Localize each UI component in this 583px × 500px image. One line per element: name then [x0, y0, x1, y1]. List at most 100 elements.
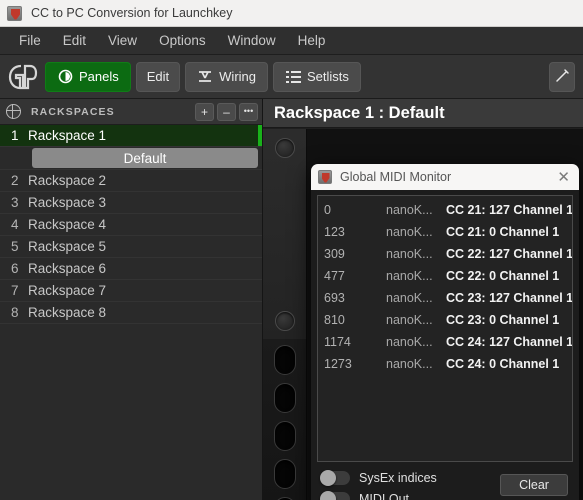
panels-icon — [57, 69, 73, 85]
rackspace-number: 6 — [11, 261, 19, 276]
rackspaces-list: 1 Rackspace 1 Default 2 Rackspace 2 3 Ra… — [0, 125, 262, 500]
message-text: CC 24: 127 Channel 1 — [446, 335, 573, 349]
main-toolbar: Panels Edit Wiring Setlists — [0, 55, 583, 99]
tab-edit[interactable]: Edit — [135, 61, 181, 92]
sysex-indices-toggle-row[interactable]: SysEx indices — [320, 469, 437, 486]
list-item[interactable]: 2 Rackspace 2 — [0, 170, 262, 192]
rack-rail-hole-icon — [274, 421, 296, 451]
menu-item-options[interactable]: Options — [148, 30, 217, 51]
rackspace-number: 3 — [11, 195, 19, 210]
rackspace-label: Rackspace 5 — [28, 239, 107, 254]
wrench-button[interactable] — [549, 62, 575, 92]
list-item[interactable]: 4 Rackspace 4 — [0, 214, 262, 236]
rack-rail — [263, 339, 307, 500]
message-timestamp: 1174 — [324, 335, 351, 349]
rackspace-label: Rackspace 6 — [28, 261, 107, 276]
message-source: nanoK... — [386, 335, 433, 349]
menu-item-help[interactable]: Help — [287, 30, 337, 51]
rack-header: Rackspace 1 : Default — [263, 99, 583, 128]
message-source: nanoK... — [386, 357, 433, 371]
sysex-indices-toggle[interactable] — [320, 469, 350, 486]
message-text: CC 24: 0 Channel 1 — [446, 357, 560, 371]
list-item[interactable]: 8 Rackspace 8 — [0, 302, 262, 324]
table-row: 1174 nanoK... CC 24: 127 Channel 1 — [318, 331, 572, 353]
add-rackspace-button[interactable]: + — [195, 102, 214, 121]
message-timestamp: 810 — [324, 313, 345, 327]
list-item[interactable]: 6 Rackspace 6 — [0, 258, 262, 280]
list-item[interactable]: 5 Rackspace 5 — [0, 236, 262, 258]
app-icon — [318, 170, 332, 184]
rackspace-number: 8 — [11, 305, 19, 320]
menubar: File Edit View Options Window Help — [0, 27, 583, 55]
message-timestamp: 309 — [324, 247, 345, 261]
rackspace-label: Rackspace 1 — [28, 128, 107, 143]
variation-label: Default — [32, 148, 258, 168]
message-text: CC 21: 127 Channel 1 — [446, 203, 573, 217]
globe-icon — [6, 104, 21, 119]
table-row: 693 nanoK... CC 23: 127 Channel 1 — [318, 287, 572, 309]
tab-setlists[interactable]: Setlists — [273, 61, 361, 92]
message-source: nanoK... — [386, 313, 433, 327]
message-source: nanoK... — [386, 225, 433, 239]
message-source: nanoK... — [386, 291, 433, 305]
tab-panels-label: Panels — [79, 69, 119, 84]
menu-item-window[interactable]: Window — [217, 30, 287, 51]
rackspace-number: 7 — [11, 283, 19, 298]
message-text: CC 21: 0 Channel 1 — [446, 225, 560, 239]
message-timestamp: 477 — [324, 269, 345, 283]
midi-message-list[interactable]: 0 nanoK... CC 21: 127 Channel 1 123 nano… — [317, 195, 573, 462]
rackspace-number: 1 — [11, 128, 19, 143]
message-source: nanoK... — [386, 269, 433, 283]
rack-unit-panel — [263, 129, 307, 339]
rackspace-number: 5 — [11, 239, 19, 254]
message-timestamp: 123 — [324, 225, 345, 239]
rack-screw-icon — [275, 138, 295, 158]
table-row: 477 nanoK... CC 22: 0 Channel 1 — [318, 265, 572, 287]
remove-rackspace-button[interactable]: – — [217, 102, 236, 121]
sysex-indices-label: SysEx indices — [359, 470, 437, 485]
rackspace-label: Rackspace 3 — [28, 195, 107, 210]
rackspaces-panel-header: RACKSPACES + – ••• — [0, 99, 262, 125]
rack-rail-hole-icon — [274, 459, 296, 489]
tab-edit-label: Edit — [146, 69, 170, 84]
message-text: CC 23: 127 Channel 1 — [446, 291, 573, 305]
rackspace-number: 2 — [11, 173, 19, 188]
rack-body: Global MIDI Monitor ✕ 0 nanoK... CC 21: … — [263, 129, 583, 500]
list-item[interactable]: 1 Rackspace 1 — [0, 125, 262, 147]
list-item[interactable]: 7 Rackspace 7 — [0, 280, 262, 302]
rackspaces-sidebar: RACKSPACES + – ••• 1 Rackspace 1 Default… — [0, 99, 263, 500]
message-source: nanoK... — [386, 203, 433, 217]
close-icon[interactable]: ✕ — [554, 170, 573, 185]
table-row: 309 nanoK... CC 22: 127 Channel 1 — [318, 243, 572, 265]
tab-panels[interactable]: Panels — [45, 61, 131, 92]
rackspace-label: Rackspace 4 — [28, 217, 107, 232]
tab-setlists-label: Setlists — [307, 69, 349, 84]
message-source: nanoK... — [386, 247, 433, 261]
midi-out-toggle-row[interactable]: MIDI Out — [320, 490, 437, 500]
tab-wiring[interactable]: Wiring — [185, 61, 268, 92]
gig-performer-logo-icon — [8, 63, 38, 91]
message-text: CC 23: 0 Channel 1 — [446, 313, 560, 327]
clear-button[interactable]: Clear — [500, 474, 568, 496]
menu-item-edit[interactable]: Edit — [52, 30, 97, 51]
message-timestamp: 693 — [324, 291, 345, 305]
menu-item-file[interactable]: File — [8, 30, 52, 51]
rack-rail-hole-icon — [274, 345, 296, 375]
rackspace-number: 4 — [11, 217, 19, 232]
rackspace-label: Rackspace 2 — [28, 173, 107, 188]
table-row: 123 nanoK... CC 21: 0 Channel 1 — [318, 221, 572, 243]
rackspaces-panel-title: RACKSPACES — [31, 105, 115, 118]
rackspace-more-button[interactable]: ••• — [239, 102, 258, 121]
rackspace-variation-row[interactable]: Default — [0, 148, 262, 170]
midi-out-toggle[interactable] — [320, 490, 350, 500]
wrench-icon — [554, 68, 570, 87]
message-timestamp: 0 — [324, 203, 331, 217]
main-body: RACKSPACES + – ••• 1 Rackspace 1 Default… — [0, 99, 583, 500]
rack-rail-hole-icon — [274, 383, 296, 413]
dialog-footer: SysEx indices MIDI Out Clear — [311, 462, 579, 500]
menu-item-view[interactable]: View — [97, 30, 148, 51]
rack-screw-icon — [275, 311, 295, 331]
list-item[interactable]: 3 Rackspace 3 — [0, 192, 262, 214]
rack-area: Rackspace 1 : Default Global MIDI Monito… — [263, 99, 583, 500]
rackspace-label: Rackspace 7 — [28, 283, 107, 298]
